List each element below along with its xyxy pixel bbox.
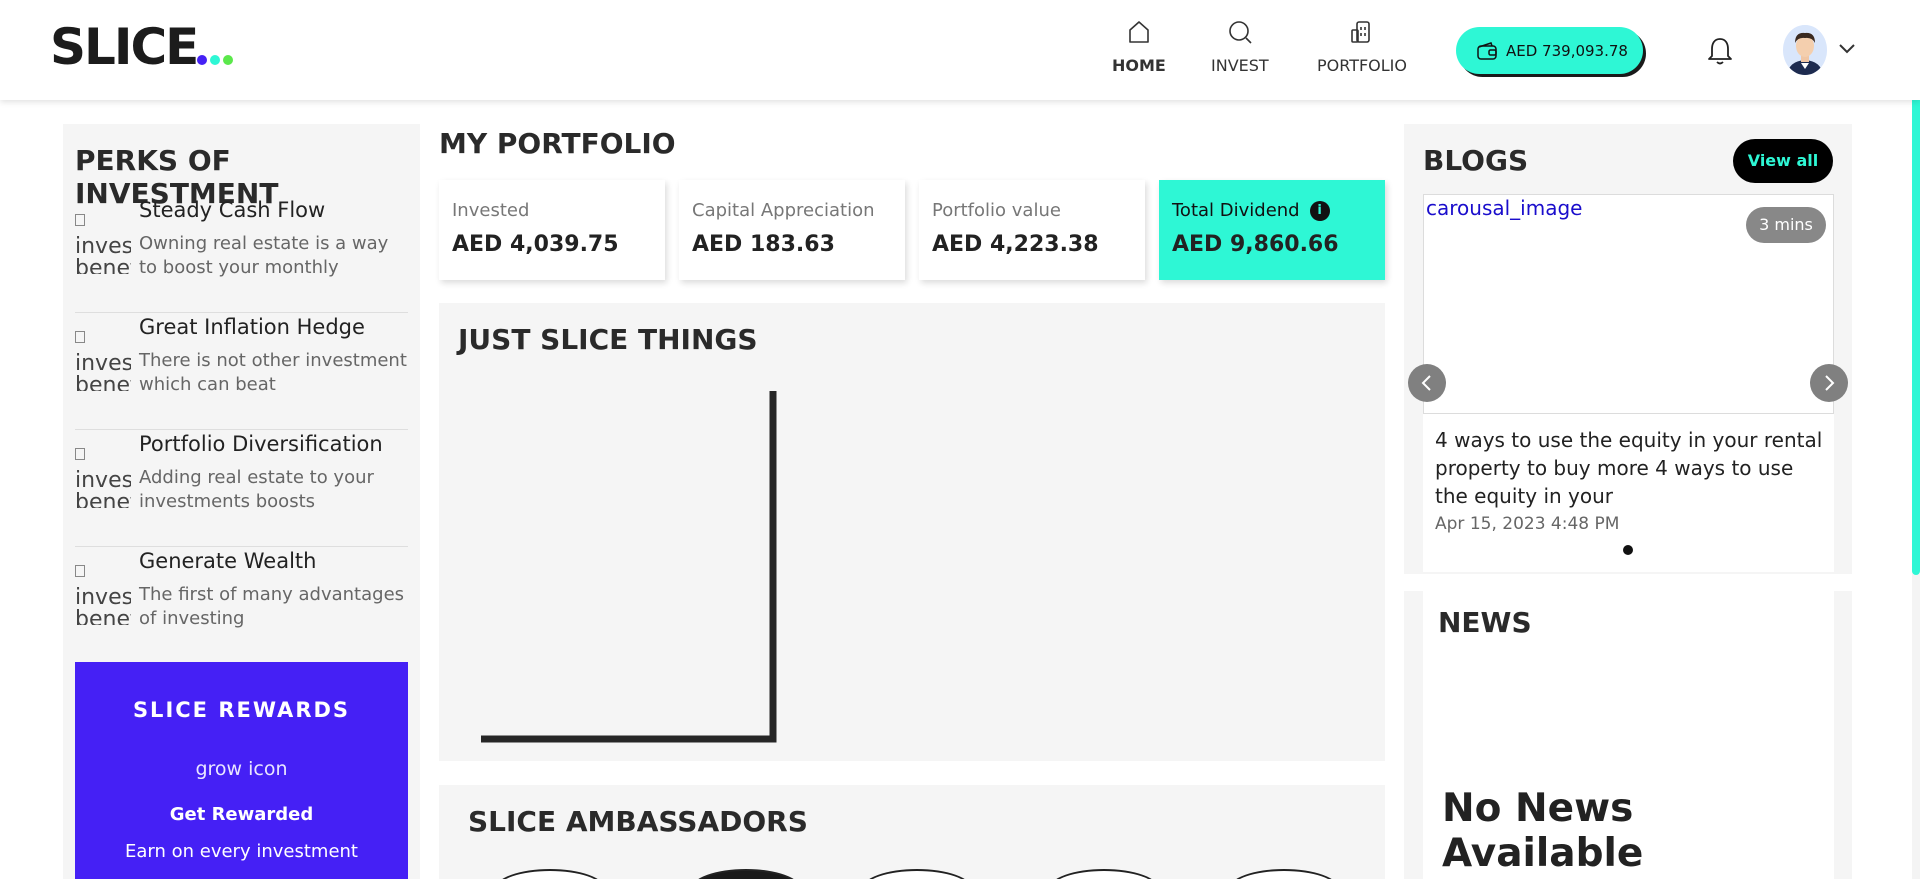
perk-item: invest benef Portfolio Diversification A… [75, 430, 408, 547]
rewards-title: SLICE REWARDS [132, 698, 351, 722]
blog-card[interactable]: carousal_image 3 mins 4 ways to use the … [1423, 194, 1834, 572]
scrollbar-thumb[interactable] [1912, 95, 1920, 575]
perk-image-alt: invest benef [75, 234, 131, 275]
perk-item: invest benef Generate Wealth The first o… [75, 547, 408, 664]
grow-icon-alt: grow icon [195, 758, 288, 780]
perk-item: invest benef Great Inflation Hedge There… [75, 313, 408, 430]
capital-appreciation-card: Capital Appreciation AED 183.63 [679, 180, 905, 280]
read-time-badge: 3 mins [1746, 207, 1826, 243]
logo-dots [197, 55, 233, 65]
ambassador-avatar[interactable] [1049, 869, 1159, 879]
perk-image: invest benef [75, 331, 131, 391]
blog-image-alt: carousal_image [1426, 196, 1583, 220]
nav-invest[interactable]: INVEST [1211, 18, 1269, 75]
avatar[interactable] [1783, 25, 1827, 75]
logo[interactable]: SLICE [50, 18, 199, 76]
perk-image-alt: invest benef [75, 351, 131, 392]
news-card: NEWS No News Available [1423, 591, 1834, 879]
card-value: AED 4,039.75 [452, 232, 619, 257]
blog-title[interactable]: 4 ways to use the equity in your rental … [1435, 426, 1830, 510]
just-slice-things-panel: JUST SLICE THINGS [439, 303, 1385, 761]
card-label: Total Dividend i [1172, 200, 1330, 221]
logo-dot [223, 55, 233, 65]
carousel-dot[interactable] [1623, 545, 1633, 555]
portfolio-title: MY PORTFOLIO [439, 127, 676, 160]
blogs-title: BLOGS [1423, 144, 1529, 177]
rewards-card[interactable]: SLICE REWARDS grow icon Get Rewarded Ear… [75, 662, 408, 879]
home-icon [1129, 21, 1149, 43]
nav-invest-label: INVEST [1211, 56, 1269, 75]
ambassador-avatar[interactable] [1229, 869, 1339, 879]
nav-portfolio[interactable]: PORTFOLIO [1317, 18, 1407, 75]
chevron-left-icon [1421, 375, 1431, 391]
wallet-balance-button[interactable]: AED 739,093.78 [1456, 27, 1643, 74]
perk-description: The first of many advantages of investin… [139, 584, 405, 629]
perk-description: Adding real estate to your investments b… [139, 467, 374, 512]
carousel-prev-button[interactable] [1408, 364, 1446, 402]
portfolio-value-card: Portfolio value AED 4,223.38 [919, 180, 1145, 280]
perk-title: Great Inflation Hedge [139, 315, 365, 339]
carousel-next-button[interactable] [1810, 364, 1848, 402]
card-value: AED 4,223.38 [932, 232, 1099, 257]
wallet-balance: AED 739,093.78 [1506, 41, 1628, 60]
top-header: SLICE HOME INVEST PORTFOLIO AED 739,093.… [0, 0, 1920, 100]
bell-icon[interactable] [1705, 35, 1735, 67]
grow-icon: grow icon [75, 758, 408, 780]
card-value: AED 9,860.66 [1172, 232, 1339, 257]
building-icon [1351, 21, 1370, 43]
ambassadors-panel: SLICE AMBASSADORS [439, 785, 1385, 879]
rewards-heading: Get Rewarded [169, 804, 314, 825]
perks-panel: PERKS OF INVESTMENT invest benef Steady … [63, 124, 420, 879]
logo-dot [210, 55, 220, 65]
perk-image-alt: invest benef [75, 468, 131, 509]
perk-description: Owning real estate is a way to boost you… [139, 233, 389, 278]
info-icon[interactable]: i [1309, 201, 1330, 221]
invested-card: Invested AED 4,039.75 [439, 180, 665, 280]
news-title: NEWS [1438, 606, 1532, 639]
perk-title: Generate Wealth [139, 549, 317, 573]
card-label: Capital Appreciation [692, 200, 875, 221]
card-value: AED 183.63 [692, 232, 835, 257]
ambassador-avatar[interactable] [862, 869, 972, 879]
perk-image: invest benef [75, 448, 131, 508]
perk-description: There is not other investment which can … [139, 350, 407, 395]
total-dividend-card: Total Dividend i AED 9,860.66 [1159, 180, 1385, 280]
blog-image[interactable]: carousal_image 3 mins [1423, 194, 1834, 414]
nav-home-label: HOME [1112, 56, 1166, 75]
blogs-panel: BLOGS View all carousal_image 3 mins 4 w… [1404, 124, 1852, 574]
news-panel: NEWS No News Available [1404, 591, 1852, 879]
chevron-right-icon [1825, 375, 1835, 391]
chevron-down-icon[interactable] [1837, 38, 1857, 58]
blog-date: Apr 15, 2023 4:48 PM [1435, 514, 1620, 534]
nav-home[interactable]: HOME [1112, 18, 1166, 75]
perk-title: Steady Cash Flow [139, 198, 326, 222]
card-label: Portfolio value [932, 200, 1061, 221]
ambassador-avatar[interactable] [495, 869, 605, 879]
perk-item: invest benef Steady Cash Flow Owning rea… [75, 196, 408, 313]
card-label: Invested [452, 200, 530, 221]
perk-title: Portfolio Diversification [139, 432, 383, 456]
ambassador-avatar[interactable] [691, 869, 801, 879]
perk-image: invest benef [75, 214, 131, 274]
user-avatar-icon [1783, 25, 1827, 75]
logo-dot [197, 55, 207, 65]
news-empty-message: No News Available [1442, 786, 1644, 876]
perk-image: invest benef [75, 565, 131, 625]
perk-image-alt: invest benef [75, 585, 131, 626]
things-title: JUST SLICE THINGS [458, 323, 758, 356]
nav-portfolio-label: PORTFOLIO [1317, 56, 1407, 75]
card-label-text: Total Dividend [1172, 200, 1300, 221]
search-icon [1229, 21, 1252, 44]
wallet-icon [1477, 41, 1497, 60]
decorative-shape [481, 391, 777, 743]
ambassadors-title: SLICE AMBASSADORS [468, 805, 808, 838]
rewards-subtext: Earn on every investment [125, 841, 358, 862]
view-all-button[interactable]: View all [1733, 139, 1833, 183]
